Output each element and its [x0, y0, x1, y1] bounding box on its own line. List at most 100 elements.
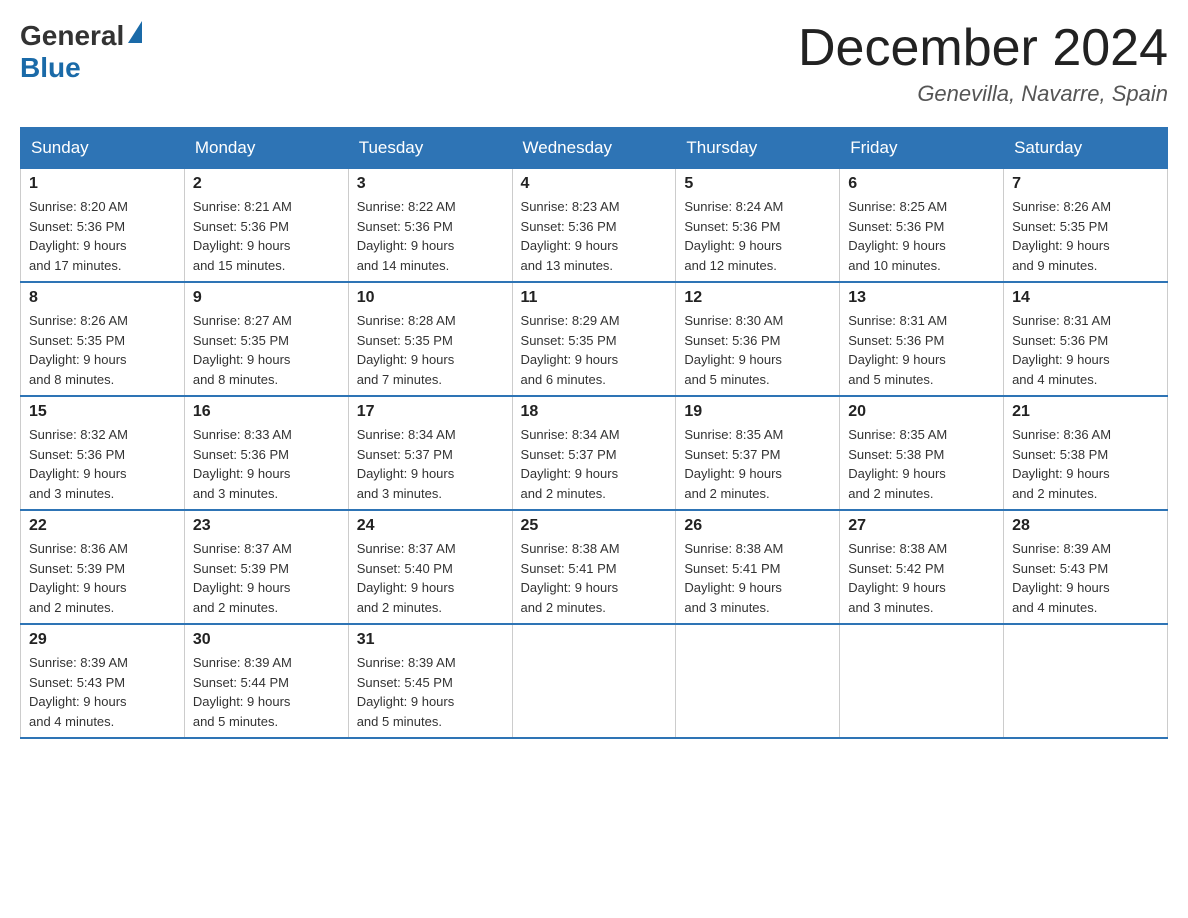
day-info: Sunrise: 8:35 AM Sunset: 5:37 PM Dayligh…	[684, 425, 831, 503]
day-number: 18	[521, 403, 668, 421]
calendar-cell: 24 Sunrise: 8:37 AM Sunset: 5:40 PM Dayl…	[348, 510, 512, 624]
calendar-cell: 8 Sunrise: 8:26 AM Sunset: 5:35 PM Dayli…	[21, 282, 185, 396]
day-info: Sunrise: 8:30 AM Sunset: 5:36 PM Dayligh…	[684, 311, 831, 389]
day-number: 4	[521, 175, 668, 193]
header-friday: Friday	[840, 128, 1004, 169]
day-info: Sunrise: 8:26 AM Sunset: 5:35 PM Dayligh…	[1012, 197, 1159, 275]
calendar-cell: 22 Sunrise: 8:36 AM Sunset: 5:39 PM Dayl…	[21, 510, 185, 624]
calendar-week-row: 1 Sunrise: 8:20 AM Sunset: 5:36 PM Dayli…	[21, 169, 1168, 283]
day-info: Sunrise: 8:24 AM Sunset: 5:36 PM Dayligh…	[684, 197, 831, 275]
calendar-cell: 15 Sunrise: 8:32 AM Sunset: 5:36 PM Dayl…	[21, 396, 185, 510]
calendar-cell: 17 Sunrise: 8:34 AM Sunset: 5:37 PM Dayl…	[348, 396, 512, 510]
calendar-cell	[1004, 624, 1168, 738]
day-info: Sunrise: 8:31 AM Sunset: 5:36 PM Dayligh…	[1012, 311, 1159, 389]
day-number: 15	[29, 403, 176, 421]
day-number: 3	[357, 175, 504, 193]
day-info: Sunrise: 8:28 AM Sunset: 5:35 PM Dayligh…	[357, 311, 504, 389]
header-row: Sunday Monday Tuesday Wednesday Thursday…	[21, 128, 1168, 169]
day-info: Sunrise: 8:22 AM Sunset: 5:36 PM Dayligh…	[357, 197, 504, 275]
day-info: Sunrise: 8:37 AM Sunset: 5:39 PM Dayligh…	[193, 539, 340, 617]
day-info: Sunrise: 8:38 AM Sunset: 5:41 PM Dayligh…	[521, 539, 668, 617]
day-number: 2	[193, 175, 340, 193]
day-number: 16	[193, 403, 340, 421]
day-number: 12	[684, 289, 831, 307]
day-number: 10	[357, 289, 504, 307]
month-title: December 2024	[798, 20, 1168, 77]
day-info: Sunrise: 8:34 AM Sunset: 5:37 PM Dayligh…	[521, 425, 668, 503]
calendar-cell: 14 Sunrise: 8:31 AM Sunset: 5:36 PM Dayl…	[1004, 282, 1168, 396]
day-number: 9	[193, 289, 340, 307]
day-info: Sunrise: 8:20 AM Sunset: 5:36 PM Dayligh…	[29, 197, 176, 275]
day-number: 29	[29, 631, 176, 649]
calendar-cell: 26 Sunrise: 8:38 AM Sunset: 5:41 PM Dayl…	[676, 510, 840, 624]
calendar-cell	[676, 624, 840, 738]
calendar-cell: 12 Sunrise: 8:30 AM Sunset: 5:36 PM Dayl…	[676, 282, 840, 396]
calendar-table: Sunday Monday Tuesday Wednesday Thursday…	[20, 127, 1168, 739]
calendar-cell: 23 Sunrise: 8:37 AM Sunset: 5:39 PM Dayl…	[184, 510, 348, 624]
day-info: Sunrise: 8:26 AM Sunset: 5:35 PM Dayligh…	[29, 311, 176, 389]
day-info: Sunrise: 8:39 AM Sunset: 5:45 PM Dayligh…	[357, 653, 504, 731]
day-info: Sunrise: 8:38 AM Sunset: 5:41 PM Dayligh…	[684, 539, 831, 617]
header-sunday: Sunday	[21, 128, 185, 169]
day-number: 22	[29, 517, 176, 535]
calendar-cell: 20 Sunrise: 8:35 AM Sunset: 5:38 PM Dayl…	[840, 396, 1004, 510]
day-number: 24	[357, 517, 504, 535]
day-info: Sunrise: 8:39 AM Sunset: 5:43 PM Dayligh…	[29, 653, 176, 731]
day-info: Sunrise: 8:33 AM Sunset: 5:36 PM Dayligh…	[193, 425, 340, 503]
calendar-week-row: 15 Sunrise: 8:32 AM Sunset: 5:36 PM Dayl…	[21, 396, 1168, 510]
day-number: 5	[684, 175, 831, 193]
day-number: 14	[1012, 289, 1159, 307]
calendar-cell: 27 Sunrise: 8:38 AM Sunset: 5:42 PM Dayl…	[840, 510, 1004, 624]
logo-triangle-icon	[128, 21, 142, 43]
day-number: 21	[1012, 403, 1159, 421]
day-info: Sunrise: 8:29 AM Sunset: 5:35 PM Dayligh…	[521, 311, 668, 389]
day-info: Sunrise: 8:39 AM Sunset: 5:43 PM Dayligh…	[1012, 539, 1159, 617]
calendar-body: 1 Sunrise: 8:20 AM Sunset: 5:36 PM Dayli…	[21, 169, 1168, 739]
logo: General Blue	[20, 20, 142, 84]
calendar-cell: 30 Sunrise: 8:39 AM Sunset: 5:44 PM Dayl…	[184, 624, 348, 738]
day-number: 27	[848, 517, 995, 535]
day-number: 31	[357, 631, 504, 649]
calendar-week-row: 29 Sunrise: 8:39 AM Sunset: 5:43 PM Dayl…	[21, 624, 1168, 738]
calendar-cell	[512, 624, 676, 738]
day-info: Sunrise: 8:39 AM Sunset: 5:44 PM Dayligh…	[193, 653, 340, 731]
day-info: Sunrise: 8:36 AM Sunset: 5:39 PM Dayligh…	[29, 539, 176, 617]
day-info: Sunrise: 8:31 AM Sunset: 5:36 PM Dayligh…	[848, 311, 995, 389]
day-number: 7	[1012, 175, 1159, 193]
day-number: 26	[684, 517, 831, 535]
calendar-cell: 6 Sunrise: 8:25 AM Sunset: 5:36 PM Dayli…	[840, 169, 1004, 283]
calendar-cell: 4 Sunrise: 8:23 AM Sunset: 5:36 PM Dayli…	[512, 169, 676, 283]
calendar-cell: 28 Sunrise: 8:39 AM Sunset: 5:43 PM Dayl…	[1004, 510, 1168, 624]
calendar-cell: 3 Sunrise: 8:22 AM Sunset: 5:36 PM Dayli…	[348, 169, 512, 283]
calendar-cell: 21 Sunrise: 8:36 AM Sunset: 5:38 PM Dayl…	[1004, 396, 1168, 510]
logo-general-text: General	[20, 20, 124, 52]
day-info: Sunrise: 8:36 AM Sunset: 5:38 PM Dayligh…	[1012, 425, 1159, 503]
day-number: 20	[848, 403, 995, 421]
day-info: Sunrise: 8:32 AM Sunset: 5:36 PM Dayligh…	[29, 425, 176, 503]
header-tuesday: Tuesday	[348, 128, 512, 169]
calendar-week-row: 22 Sunrise: 8:36 AM Sunset: 5:39 PM Dayl…	[21, 510, 1168, 624]
day-number: 28	[1012, 517, 1159, 535]
calendar-cell	[840, 624, 1004, 738]
header-wednesday: Wednesday	[512, 128, 676, 169]
title-section: December 2024 Genevilla, Navarre, Spain	[798, 20, 1168, 107]
day-number: 6	[848, 175, 995, 193]
day-info: Sunrise: 8:27 AM Sunset: 5:35 PM Dayligh…	[193, 311, 340, 389]
calendar-cell: 16 Sunrise: 8:33 AM Sunset: 5:36 PM Dayl…	[184, 396, 348, 510]
day-info: Sunrise: 8:21 AM Sunset: 5:36 PM Dayligh…	[193, 197, 340, 275]
calendar-cell: 9 Sunrise: 8:27 AM Sunset: 5:35 PM Dayli…	[184, 282, 348, 396]
calendar-cell: 18 Sunrise: 8:34 AM Sunset: 5:37 PM Dayl…	[512, 396, 676, 510]
page-header: General Blue December 2024 Genevilla, Na…	[20, 20, 1168, 107]
day-info: Sunrise: 8:25 AM Sunset: 5:36 PM Dayligh…	[848, 197, 995, 275]
calendar-cell: 1 Sunrise: 8:20 AM Sunset: 5:36 PM Dayli…	[21, 169, 185, 283]
location-subtitle: Genevilla, Navarre, Spain	[798, 81, 1168, 107]
day-number: 17	[357, 403, 504, 421]
calendar-cell: 10 Sunrise: 8:28 AM Sunset: 5:35 PM Dayl…	[348, 282, 512, 396]
calendar-cell: 5 Sunrise: 8:24 AM Sunset: 5:36 PM Dayli…	[676, 169, 840, 283]
day-info: Sunrise: 8:34 AM Sunset: 5:37 PM Dayligh…	[357, 425, 504, 503]
calendar-cell: 31 Sunrise: 8:39 AM Sunset: 5:45 PM Dayl…	[348, 624, 512, 738]
day-info: Sunrise: 8:38 AM Sunset: 5:42 PM Dayligh…	[848, 539, 995, 617]
header-saturday: Saturday	[1004, 128, 1168, 169]
day-info: Sunrise: 8:37 AM Sunset: 5:40 PM Dayligh…	[357, 539, 504, 617]
day-number: 23	[193, 517, 340, 535]
